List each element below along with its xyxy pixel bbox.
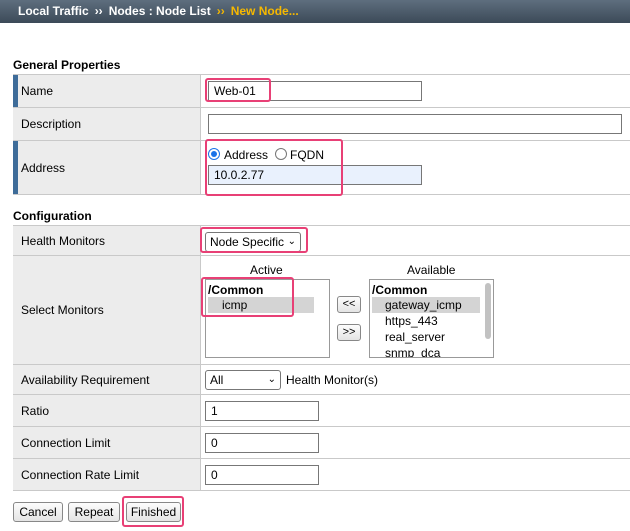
fqdn-radio[interactable] bbox=[275, 148, 287, 160]
connection-rate-limit-row: Connection Rate Limit 0 bbox=[13, 459, 630, 491]
select-monitors-row: Select Monitors Active Available /Common… bbox=[13, 256, 630, 365]
cancel-button[interactable]: Cancel bbox=[13, 502, 63, 522]
breadcrumb-node-list[interactable]: Nodes : Node List bbox=[109, 4, 211, 18]
breadcrumb-separator: ›› bbox=[94, 4, 103, 18]
availability-select[interactable]: All ⌄ bbox=[205, 370, 281, 390]
general-properties-table: Name Web-01 Description Address Address … bbox=[13, 74, 630, 195]
available-monitors-list[interactable]: /Common gateway_icmp https_443 real_serv… bbox=[369, 279, 494, 358]
ratio-input[interactable]: 1 bbox=[205, 401, 319, 421]
connection-limit-input[interactable]: 0 bbox=[205, 433, 319, 453]
repeat-button[interactable]: Repeat bbox=[68, 502, 120, 522]
health-monitors-row: Health Monitors Node Specific ⌄ bbox=[13, 226, 630, 256]
active-header: Active bbox=[250, 263, 283, 277]
name-input[interactable]: Web-01 bbox=[208, 81, 422, 101]
breadcrumb: Local Traffic ›› Nodes : Node List ›› New No… bbox=[0, 0, 630, 23]
active-group-common: /Common bbox=[208, 283, 264, 297]
scrollbar[interactable] bbox=[485, 283, 491, 339]
address-input[interactable]: 10.0.2.77 bbox=[208, 165, 422, 185]
select-monitors-label: Select Monitors bbox=[13, 256, 201, 364]
available-item-snmp-dca[interactable]: snmp_dca bbox=[372, 345, 440, 357]
health-monitors-label: Health Monitors bbox=[13, 226, 201, 255]
address-label: Address bbox=[13, 141, 201, 194]
chevron-down-icon: ⌄ bbox=[267, 374, 276, 385]
connection-rate-limit-label: Connection Rate Limit bbox=[13, 459, 201, 490]
name-row: Name Web-01 bbox=[13, 75, 630, 108]
connection-limit-label: Connection Limit bbox=[13, 427, 201, 458]
available-item-https-443[interactable]: https_443 bbox=[372, 313, 438, 329]
general-properties-title: General Properties bbox=[13, 58, 121, 72]
availability-value: All bbox=[210, 373, 224, 387]
description-row: Description bbox=[13, 108, 630, 141]
description-label: Description bbox=[13, 108, 201, 140]
description-input[interactable] bbox=[208, 114, 622, 134]
breadcrumb-local-traffic[interactable]: Local Traffic bbox=[18, 4, 89, 18]
address-radio[interactable] bbox=[208, 148, 220, 160]
active-item-icmp[interactable]: icmp bbox=[208, 297, 314, 313]
configuration-table: Health Monitors Node Specific ⌄ Select M… bbox=[13, 225, 630, 491]
connection-limit-row: Connection Limit 0 bbox=[13, 427, 630, 459]
address-radio-label: Address bbox=[224, 148, 269, 162]
fqdn-radio-label: FQDN bbox=[290, 148, 324, 162]
health-monitors-value: Node Specific bbox=[210, 235, 285, 249]
available-item-real-server[interactable]: real_server bbox=[372, 329, 445, 345]
active-monitors-list[interactable]: /Common icmp bbox=[205, 279, 330, 358]
available-header: Available bbox=[407, 263, 456, 277]
move-right-button[interactable]: >> bbox=[337, 324, 361, 341]
configuration-title: Configuration bbox=[13, 209, 92, 223]
connection-rate-limit-input[interactable]: 0 bbox=[205, 465, 319, 485]
availability-row: Availability Requirement All ⌄ Health Mo… bbox=[13, 365, 630, 395]
chevron-down-icon: ⌄ bbox=[287, 236, 296, 247]
address-row: Address Address FQDN 10.0.2.77 bbox=[13, 141, 630, 195]
health-monitors-select[interactable]: Node Specific ⌄ bbox=[205, 232, 301, 252]
available-item-gateway-icmp[interactable]: gateway_icmp bbox=[372, 297, 480, 313]
availability-suffix: Health Monitor(s) bbox=[286, 373, 379, 387]
availability-label: Availability Requirement bbox=[13, 365, 201, 394]
name-label: Name bbox=[13, 75, 201, 107]
finished-button[interactable]: Finished bbox=[126, 502, 181, 522]
available-group-common: /Common bbox=[372, 283, 428, 297]
ratio-row: Ratio 1 bbox=[13, 395, 630, 427]
move-left-button[interactable]: << bbox=[337, 296, 361, 313]
breadcrumb-separator: ›› bbox=[216, 4, 225, 18]
breadcrumb-current: New Node... bbox=[230, 4, 299, 18]
ratio-label: Ratio bbox=[13, 395, 201, 426]
